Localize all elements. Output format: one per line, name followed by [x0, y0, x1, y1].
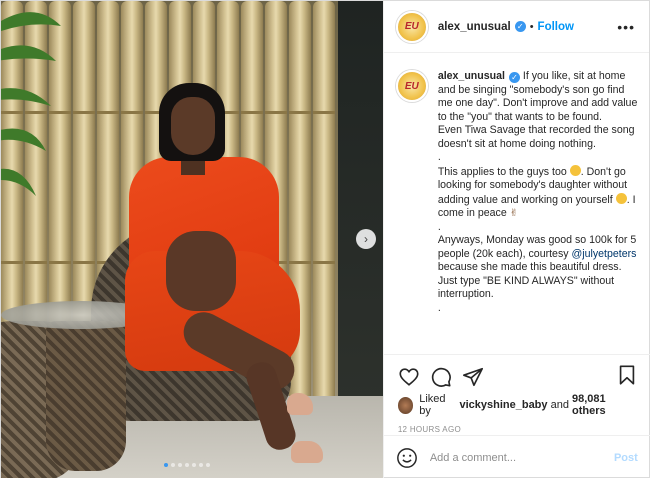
carousel-dot [164, 463, 168, 467]
avatar[interactable]: EU [395, 70, 428, 102]
post-comment-button[interactable]: Post [614, 452, 638, 464]
heart-icon[interactable] [398, 366, 420, 388]
post-header: EU alex_unusual ✓ • Follow ••• [383, 1, 649, 53]
follow-button[interactable]: Follow [538, 21, 574, 33]
liker-username[interactable]: vickyshine_baby [459, 399, 547, 411]
woman-face [171, 97, 215, 155]
unamused-emoji-icon [615, 192, 627, 204]
caption-line: This applies to the guys too [437, 165, 567, 178]
woman-arms [166, 231, 236, 311]
share-icon[interactable] [462, 366, 484, 388]
carousel-dot [192, 463, 196, 467]
caption-username[interactable]: alex_unusual [438, 70, 505, 82]
bookmark-icon[interactable] [616, 364, 638, 386]
likes-summary: Liked by vickyshine_baby and 98,081 othe… [384, 389, 650, 417]
shoe [291, 441, 323, 463]
separator-dot: • [529, 20, 534, 33]
caption: EU alex_unusual ✓ If you like, sit at hom… [395, 70, 638, 315]
more-options-icon[interactable]: ••• [617, 19, 635, 35]
plant-leaves [1, 12, 61, 196]
liked-by-prefix: Liked by [419, 393, 446, 417]
carousel-dot [171, 463, 175, 467]
unamused-emoji-icon [569, 164, 581, 176]
carousel-dot [199, 463, 203, 467]
emoji-icon[interactable] [396, 447, 418, 469]
dark-background [337, 1, 383, 401]
liked-by-and: and [550, 399, 569, 411]
verified-badge-icon: ✓ [508, 72, 520, 83]
instagram-post: › EU alex_unusual ✓ • Follow ••• EU alex… [0, 0, 650, 478]
next-arrow-icon[interactable]: › [356, 229, 376, 249]
avatar-logo-text: EU [404, 21, 419, 32]
carousel-dot [185, 463, 189, 467]
caption-line: . [437, 220, 441, 233]
verified-badge-icon: ✓ [514, 21, 526, 32]
peace-hand-emoji-icon: ✌ [509, 208, 519, 219]
carousel-dots [164, 463, 210, 467]
comment-bar: Post [383, 435, 650, 478]
mention-link[interactable]: @julyetpeters [572, 248, 637, 260]
caption-line: . [437, 301, 441, 314]
caption-line: because she made this beautiful dress. J… [437, 261, 625, 300]
caption-text: alex_unusual ✓ If you like, sit at home a… [438, 70, 638, 315]
post-timestamp[interactable]: 12 HOURS AGO [384, 417, 650, 434]
username[interactable]: alex_unusual [438, 21, 511, 33]
post-side-panel: EU alex_unusual ✓ • Follow ••• EU alex_u… [382, 1, 650, 478]
caption-area: EU alex_unusual ✓ If you like, sit at hom… [384, 54, 650, 354]
table-base [46, 321, 126, 471]
post-photo[interactable]: › [1, 1, 383, 478]
avatar[interactable]: EU [395, 10, 428, 43]
carousel-dot [206, 463, 210, 467]
action-icons [384, 355, 650, 389]
caption-line: . [437, 151, 441, 163]
comment-icon[interactable] [430, 366, 452, 388]
carousel-dot [178, 463, 182, 467]
caption-line: Even Tiwa Savage that recorded the song … [437, 124, 638, 150]
avatar-logo-text: EU [404, 80, 419, 92]
liker-avatar[interactable] [397, 396, 414, 414]
likes-count[interactable]: 98,081 others [572, 393, 636, 417]
comment-input[interactable] [429, 451, 614, 464]
